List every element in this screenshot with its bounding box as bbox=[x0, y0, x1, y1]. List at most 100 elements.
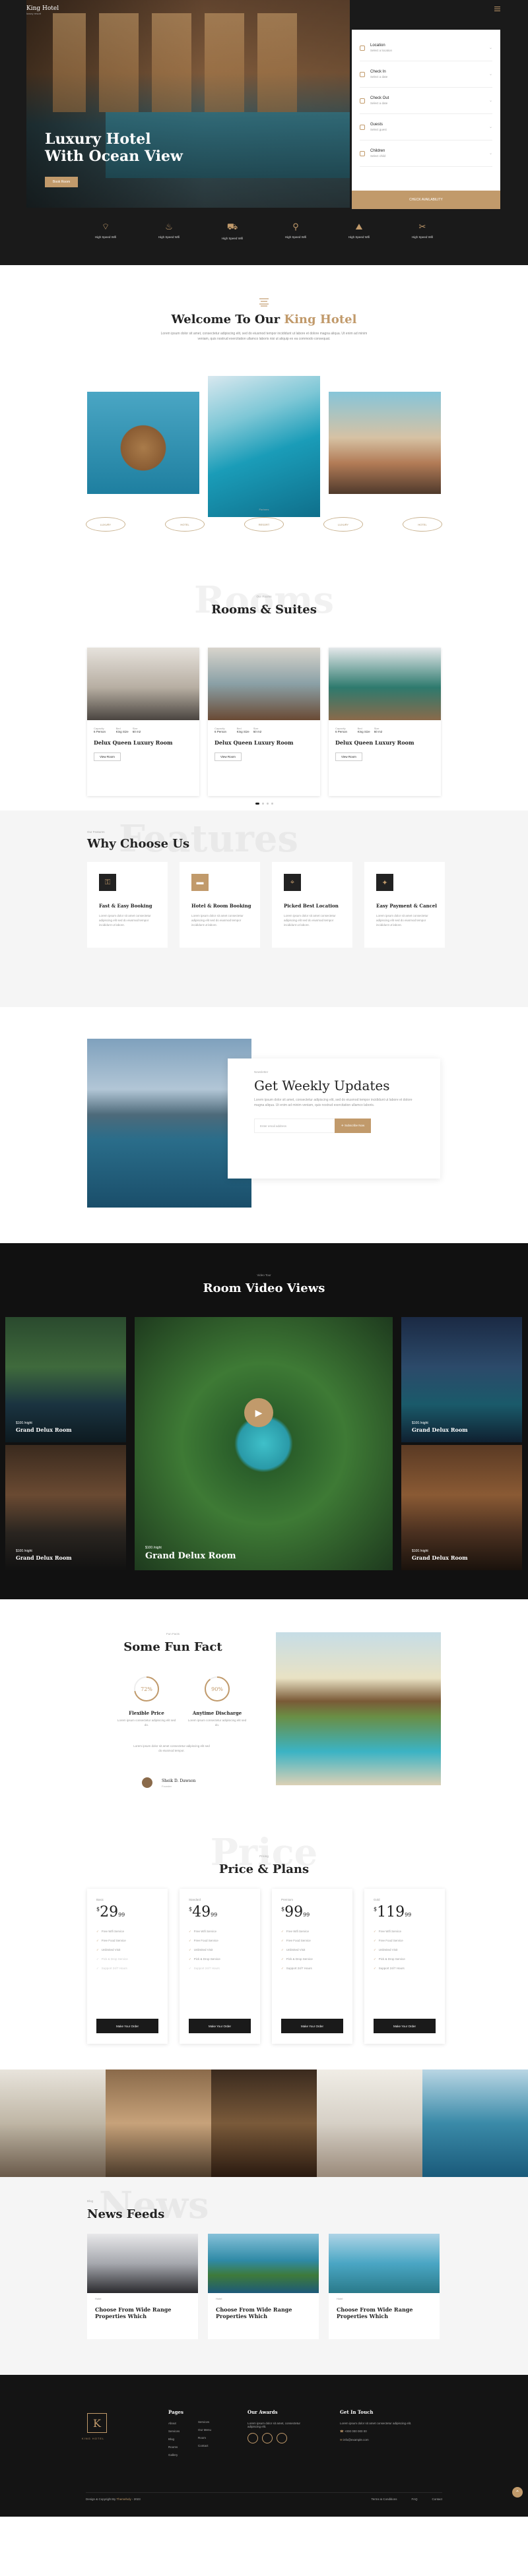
footer-link[interactable]: Gallery bbox=[168, 2453, 183, 2457]
payment-icon: ✦ bbox=[376, 874, 393, 891]
location-icon: ⌖ bbox=[284, 874, 301, 891]
view-room-button[interactable]: View Room bbox=[94, 752, 121, 761]
footer-email[interactable]: ✉ info@example.com bbox=[340, 2438, 419, 2442]
news-card[interactable]: Hotel Choose From Wide Range Properties W… bbox=[208, 2234, 319, 2339]
room-image[interactable] bbox=[208, 648, 320, 720]
scroll-to-top-button[interactable]: ⌃ bbox=[512, 2487, 523, 2498]
footer-bottom-link[interactable]: FAQ bbox=[411, 2498, 417, 2501]
booking-field-guests[interactable]: Guests Select guest ⌄ bbox=[360, 114, 492, 140]
chevron-down-icon: ⌄ bbox=[488, 99, 492, 103]
check-icon: ✓ bbox=[281, 1967, 284, 1970]
news-image[interactable] bbox=[329, 2234, 440, 2293]
hotel-icon bbox=[259, 298, 269, 307]
check-icon: ✓ bbox=[374, 1930, 376, 1933]
chevron-down-icon: ⌄ bbox=[488, 125, 492, 129]
booking-field-children[interactable]: Children Select child ⌄ bbox=[360, 140, 492, 167]
check-icon: ✓ bbox=[96, 1930, 99, 1933]
news-card[interactable]: Hotel Choose From Wide Range Properties W… bbox=[329, 2234, 440, 2339]
carousel-dots[interactable] bbox=[0, 803, 528, 805]
gallery-image[interactable] bbox=[422, 2070, 528, 2177]
order-button[interactable]: Make Your Order bbox=[374, 2019, 436, 2033]
footer-link[interactable]: Our Menu bbox=[198, 2428, 211, 2432]
footer-link[interactable]: Contact bbox=[198, 2444, 211, 2447]
avatar bbox=[142, 1777, 152, 1788]
videos-section: Video Tour Room Video Views $100 /night G… bbox=[0, 1243, 528, 1599]
partner-logo[interactable]: LUXURY bbox=[86, 517, 125, 532]
check-availability-button[interactable]: CHECK AVAILABILITY bbox=[352, 191, 500, 209]
footer-link[interactable]: Rooms bbox=[168, 2445, 183, 2449]
partner-logo[interactable]: RESORT bbox=[244, 517, 284, 532]
room-card: Capacity 6 Person Bed King Size Size 60 m2 Del… bbox=[329, 648, 441, 796]
video-card[interactable]: $100 /night Grand Delux Room bbox=[401, 1317, 522, 1442]
check-icon: ✓ bbox=[374, 1967, 376, 1970]
view-room-button[interactable]: View Room bbox=[335, 752, 362, 761]
gallery-strip bbox=[0, 2070, 528, 2177]
footer-phone[interactable]: ☎ +000 000 000 00 bbox=[340, 2430, 419, 2434]
fact-title: Flexible Price bbox=[129, 1710, 164, 1716]
fun-note: Lorem ipsum dolor sit amet consectetur a… bbox=[133, 1744, 210, 1752]
amenity-item: ⛟ High Speed Wifi bbox=[213, 222, 252, 240]
site-logo[interactable]: King Hotel luxury resort bbox=[26, 5, 59, 15]
news-section: News Blog News Feeds Hotel Choose From Wi… bbox=[0, 2177, 528, 2375]
check-icon: ✓ bbox=[96, 1967, 99, 1970]
check-icon: ✓ bbox=[374, 1957, 376, 1961]
footer-pages: Pages About Services Blog Rooms Gallery bbox=[168, 2409, 183, 2457]
footer-bottom-link[interactable]: Contact bbox=[432, 2498, 442, 2501]
book-room-button[interactable]: Book Room bbox=[45, 177, 79, 187]
booking-field-location[interactable]: Location Select a location ⌄ bbox=[360, 35, 492, 61]
video-card-featured[interactable]: $100 /night Grand Delux Room bbox=[135, 1317, 393, 1570]
partner-logo[interactable]: LUXURY bbox=[323, 517, 363, 532]
field-icon bbox=[360, 71, 365, 77]
order-button[interactable]: Make Your Order bbox=[189, 2019, 251, 2033]
room-image[interactable] bbox=[329, 648, 441, 720]
video-card[interactable]: $100 /night Grand Delux Room bbox=[401, 1445, 522, 1570]
play-icon[interactable]: ▶ bbox=[244, 1398, 273, 1427]
check-icon: ✓ bbox=[189, 1930, 191, 1933]
news-card[interactable]: Hotel Choose From Wide Range Properties W… bbox=[87, 2234, 198, 2339]
check-icon: ✓ bbox=[281, 1948, 284, 1951]
check-icon: ✓ bbox=[281, 1930, 284, 1933]
partner-logo[interactable]: HOTEL bbox=[165, 517, 205, 532]
news-image[interactable] bbox=[208, 2234, 319, 2293]
amenity-item: ✂ High Speed Wifi bbox=[403, 222, 442, 240]
room-specs: Capacity 6 Person Bed King Size Size 60 m2 bbox=[214, 727, 262, 733]
wifi-icon: ⌔ bbox=[101, 222, 110, 231]
footer-logo-icon[interactable]: K bbox=[87, 2413, 107, 2433]
news-image[interactable] bbox=[87, 2234, 198, 2293]
gallery-image[interactable] bbox=[0, 2070, 106, 2177]
video-card[interactable]: $100 /night Grand Delux Room bbox=[5, 1317, 126, 1442]
view-room-button[interactable]: View Room bbox=[214, 752, 242, 761]
dining-icon: ✂ bbox=[418, 222, 426, 231]
gallery-image[interactable] bbox=[211, 2070, 317, 2177]
footer-link[interactable]: Blog bbox=[168, 2438, 183, 2441]
logo-name: King Hotel bbox=[26, 5, 59, 12]
order-button[interactable]: Make Your Order bbox=[281, 2019, 343, 2033]
footer-bottom-link[interactable]: Terms & Conditions bbox=[371, 2498, 397, 2501]
footer-link[interactable]: About bbox=[168, 2422, 183, 2425]
rooms-section: Rooms Our Rooms Rooms & Suites Capacity 6… bbox=[0, 555, 528, 811]
booking-field-check-in[interactable]: Check In Select a date ⌄ bbox=[360, 61, 492, 88]
footer-link[interactable]: Room bbox=[198, 2436, 211, 2439]
room-name[interactable]: Delux Queen Luxury Room bbox=[335, 739, 434, 746]
subscribe-button[interactable]: ✈ Subscribe Now bbox=[335, 1119, 372, 1133]
check-icon: ✓ bbox=[281, 1939, 284, 1942]
gallery-image[interactable] bbox=[106, 2070, 211, 2177]
author-role: Founder bbox=[162, 1785, 172, 1788]
feature-card: ✦ Easy Payment & Cancel Lorem ipsum dolor … bbox=[364, 862, 445, 948]
welcome-image-pool bbox=[208, 376, 320, 517]
check-icon: ✓ bbox=[374, 1939, 376, 1942]
videos-title: Room Video Views bbox=[203, 1281, 325, 1295]
room-image[interactable] bbox=[87, 648, 199, 720]
welcome-image-lounge bbox=[329, 392, 441, 494]
award-icon bbox=[248, 2433, 258, 2443]
footer-link[interactable]: Services bbox=[198, 2420, 211, 2424]
video-card[interactable]: $100 /night Grand Delux Room bbox=[5, 1445, 126, 1570]
booking-field-check-out[interactable]: Check Out Select a date ⌄ bbox=[360, 88, 492, 114]
room-name[interactable]: Delux Queen Luxury Room bbox=[214, 739, 314, 746]
partner-logo[interactable]: HOTEL bbox=[403, 517, 442, 532]
order-button[interactable]: Make Your Order bbox=[96, 2019, 158, 2033]
gallery-image[interactable] bbox=[317, 2070, 422, 2177]
menu-icon[interactable] bbox=[494, 7, 500, 13]
footer-link[interactable]: Services bbox=[168, 2430, 183, 2433]
room-name[interactable]: Delux Queen Luxury Room bbox=[94, 739, 193, 746]
